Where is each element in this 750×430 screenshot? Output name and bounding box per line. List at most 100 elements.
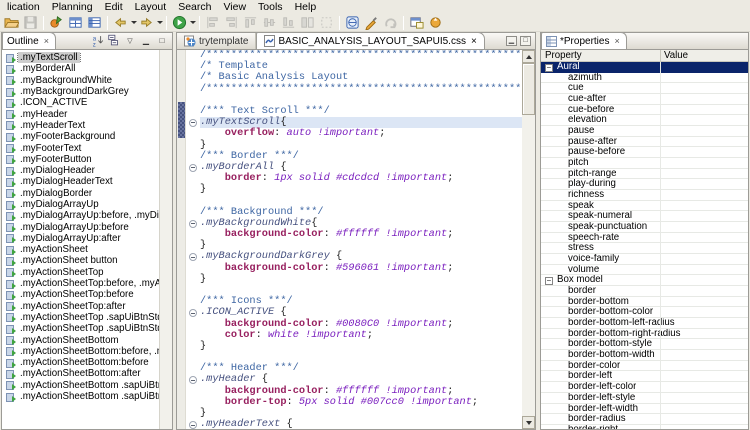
open-folder-icon[interactable]	[3, 15, 21, 31]
scroll-down-icon[interactable]	[522, 416, 535, 429]
fold-collapse-icon[interactable]	[189, 219, 197, 228]
property-row[interactable]: border-radius	[541, 414, 748, 425]
outline-item[interactable]: .myActionSheetBottom:after	[2, 368, 159, 379]
menu-help[interactable]: Help	[289, 0, 323, 14]
fold-collapse-icon[interactable]	[189, 309, 197, 318]
close-icon[interactable]: ×	[471, 36, 477, 47]
menu-lication[interactable]: lication	[1, 0, 46, 14]
outline-item[interactable]: .myDialogArrayUp:before	[2, 221, 159, 233]
property-row[interactable]: speak-numeral	[541, 211, 748, 223]
forward-arrow-icon[interactable]	[138, 15, 156, 31]
property-row[interactable]: pause-after	[541, 137, 748, 148]
outline-item[interactable]: .myActionSheet button	[2, 255, 159, 266]
code-line[interactable]: overflow: auto !important;	[200, 128, 522, 139]
minimize-icon[interactable]: ▁	[506, 36, 517, 46]
code-line[interactable]: /***************************************…	[200, 83, 522, 95]
column-header-value[interactable]: Value	[660, 50, 748, 61]
run-icon[interactable]	[171, 15, 189, 31]
property-row[interactable]: border-bottom-color	[541, 307, 748, 319]
run-dropdown-icon[interactable]	[190, 21, 196, 24]
property-row[interactable]: elevation	[541, 115, 748, 127]
minimize-icon[interactable]: ▁	[139, 34, 153, 47]
code-line[interactable]: }	[200, 184, 522, 195]
menu-planning[interactable]: Planning	[46, 0, 99, 14]
code-line[interactable]: border: 1px solid #cdcdcd !important;	[200, 172, 522, 184]
outline-item[interactable]: .myActionSheetTop .sapUiBtnStd.sapUiBtnN…	[2, 312, 159, 323]
outline-item[interactable]: .myActionSheetTop	[2, 267, 159, 278]
outline-item[interactable]: .myDialogHeaderText	[2, 176, 159, 187]
property-row[interactable]: border-bottom-width	[541, 350, 748, 361]
outline-item[interactable]: .myTextScroll	[2, 52, 159, 64]
outline-item[interactable]: .myDialogHeader	[2, 165, 159, 176]
code-line[interactable]: border-top: 5px solid #007cc0 !important…	[200, 396, 522, 408]
property-row[interactable]: play-during	[541, 179, 748, 191]
property-row[interactable]: speak-punctuation	[541, 222, 748, 233]
outline-item[interactable]: .myDialogBorder	[2, 188, 159, 199]
outline-item[interactable]: .myActionSheetTop:before, .myActionSheet…	[2, 278, 159, 289]
sync-icon[interactable]	[427, 15, 445, 31]
column-divider[interactable]	[660, 50, 661, 62]
property-row[interactable]: richness	[541, 190, 748, 201]
outline-item[interactable]: .myActionSheetTop .sapUiBtnStd.sapUiBtnN…	[2, 323, 159, 334]
outline-item[interactable]: .myBackgroundDarkGrey	[2, 86, 159, 97]
editor-tab[interactable]: trytemplate	[177, 33, 257, 49]
property-row[interactable]: border-left	[541, 371, 748, 383]
new-wizard-icon[interactable]	[48, 15, 66, 31]
outline-item[interactable]: .myActionSheetBottom:before	[2, 357, 159, 368]
outline-item[interactable]: .myActionSheet	[2, 244, 159, 255]
property-row[interactable]: border-bottom-right-radius	[541, 329, 748, 340]
property-row[interactable]: border	[541, 286, 748, 297]
property-row[interactable]: border-bottom-style	[541, 339, 748, 351]
property-row[interactable]: cue-before	[541, 105, 748, 116]
scroll-up-icon[interactable]	[522, 50, 535, 63]
outline-item[interactable]: .myActionSheetBottom .sapUiBtnStd.sapUiB…	[2, 391, 159, 402]
maximize-icon[interactable]: □	[520, 36, 531, 46]
menu-search[interactable]: Search	[172, 0, 217, 14]
property-row[interactable]: pitch-range	[541, 169, 748, 180]
property-row[interactable]: volume	[541, 265, 748, 276]
outline-item[interactable]: .myDialogArrayUp:before, .myDialogArrayU…	[2, 210, 159, 221]
property-row[interactable]: border-left-style	[541, 393, 748, 404]
property-row[interactable]: speak	[541, 201, 748, 212]
scrollbar-thumb[interactable]	[522, 63, 535, 115]
editor-code-area[interactable]: /***************************************…	[200, 50, 522, 429]
outline-item[interactable]: .myDialogArrayUp:after	[2, 233, 159, 244]
outline-item[interactable]: .myActionSheetBottom	[2, 334, 159, 346]
close-icon[interactable]: ×	[614, 36, 619, 46]
property-row[interactable]: border-color	[541, 361, 748, 372]
outline-item[interactable]: .ICON_ACTIVE	[2, 97, 159, 108]
back-arrow-icon[interactable]	[112, 15, 130, 31]
column-header-property[interactable]: Property	[541, 50, 660, 61]
property-row[interactable]: – Aural	[541, 62, 748, 73]
outline-item[interactable]: .myHeaderText	[2, 120, 159, 131]
outline-scrollbar[interactable]	[159, 50, 172, 429]
table-view-alt-icon[interactable]	[86, 15, 104, 31]
property-row[interactable]: pause	[541, 126, 748, 137]
menu-edit[interactable]: Edit	[99, 0, 129, 14]
fold-collapse-icon[interactable]	[189, 376, 197, 385]
table-view-icon[interactable]	[67, 15, 85, 31]
fold-collapse-icon[interactable]	[189, 118, 197, 127]
link-edit-icon[interactable]	[363, 15, 381, 31]
outline-item[interactable]: .myFooterBackground	[2, 131, 159, 142]
property-row[interactable]: speech-rate	[541, 233, 748, 244]
property-row[interactable]: border-bottom-left-radius	[541, 318, 748, 329]
code-line[interactable]: background-color: #ffffff !important;	[200, 228, 522, 240]
menu-layout[interactable]: Layout	[129, 0, 173, 14]
property-row[interactable]: pause-before	[541, 147, 748, 159]
property-row[interactable]: border-bottom	[541, 297, 748, 308]
tab-outline[interactable]: Outline ×	[2, 32, 56, 49]
property-row[interactable]: border-left-color	[541, 382, 748, 393]
property-row[interactable]: border-left-width	[541, 404, 748, 415]
new-window-icon[interactable]	[408, 15, 426, 31]
view-menu-icon[interactable]: ▽	[123, 34, 137, 47]
collapse-all-icon[interactable]	[107, 34, 121, 47]
fold-collapse-icon[interactable]	[189, 163, 197, 172]
code-line[interactable]: }	[200, 340, 522, 352]
outline-item[interactable]: .myBackgroundWhite	[2, 75, 159, 86]
editor-vscrollbar[interactable]	[522, 50, 535, 429]
property-row[interactable]: cue	[541, 83, 748, 95]
property-row[interactable]: – Box model	[541, 275, 748, 287]
sort-icon[interactable]: az	[91, 34, 105, 48]
property-row[interactable]: voice-family	[541, 254, 748, 265]
